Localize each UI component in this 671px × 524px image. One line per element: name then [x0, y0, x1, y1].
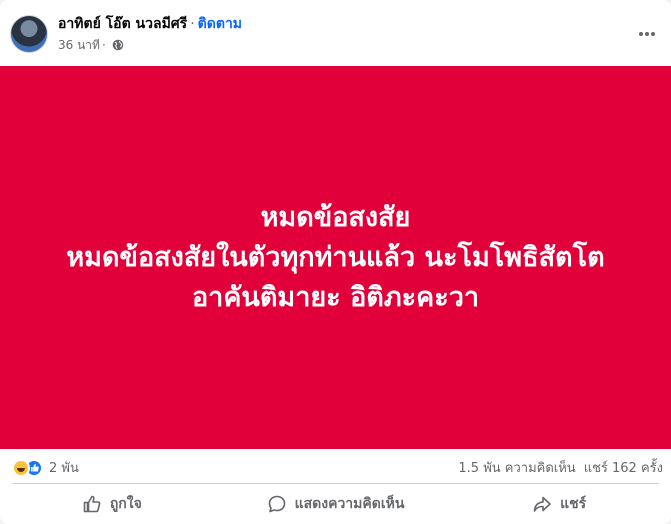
- author-avatar[interactable]: [10, 15, 48, 53]
- post-text-banner[interactable]: หมดข้อสงสัย หมดข้อสงสัยในตัวทุกท่านแล้ว …: [0, 66, 671, 449]
- post-header: อาทิตย์ โอ๊ต นวลมีศรี · ติดตาม 36 นาที ·: [0, 0, 671, 66]
- reactions-summary[interactable]: 2 พัน: [12, 457, 79, 478]
- post-card: อาทิตย์ โอ๊ต นวลมีศรี · ติดตาม 36 นาที · ห…: [0, 0, 671, 524]
- haha-reaction-icon: [12, 458, 30, 477]
- post-meta: 36 นาที ·: [58, 37, 124, 53]
- banner-text: หมดข้อสงสัย หมดข้อสงสัยในตัวทุกท่านแล้ว …: [66, 198, 604, 318]
- comment-button[interactable]: แสดงความคิดเห็น: [224, 484, 448, 524]
- comment-count[interactable]: 1.5 พัน ความคิดเห็น: [458, 461, 575, 476]
- comment-label: แสดงความคิดเห็น: [294, 496, 405, 512]
- comment-icon: [268, 495, 285, 513]
- banner-line: หมดข้อสงสัยในตัวทุกท่านแล้ว นะโมโพธิสัตโ…: [66, 241, 605, 273]
- share-icon: [533, 496, 551, 512]
- banner-line: อาคันติมายะ อิติภะคะวา: [191, 281, 480, 313]
- globe-icon[interactable]: [112, 39, 124, 51]
- more-options-icon[interactable]: [637, 24, 657, 44]
- share-count[interactable]: แชร์ 162 ครั้ง: [584, 461, 663, 476]
- banner-line: หมดข้อสงสัย: [260, 201, 411, 233]
- share-label: แชร์: [560, 496, 587, 512]
- author-name[interactable]: อาทิตย์ โอ๊ต นวลมีศรี: [58, 16, 187, 32]
- post-timestamp[interactable]: 36 นาที: [58, 37, 100, 53]
- follow-button[interactable]: ติดตาม: [198, 16, 242, 32]
- engagement-counts: 1.5 พัน ความคิดเห็น แชร์ 162 ครั้ง: [458, 457, 663, 478]
- share-button[interactable]: แชร์: [447, 484, 671, 524]
- thumbs-up-icon: [83, 495, 101, 513]
- author-row: อาทิตย์ โอ๊ต นวลมีศรี · ติดตาม: [58, 15, 242, 33]
- post-stats: 2 พัน 1.5 พัน ความคิดเห็น แชร์ 162 ครั้ง: [0, 449, 671, 483]
- reaction-count: 2 พัน: [49, 461, 79, 476]
- action-bar: ถูกใจ แสดงความคิดเห็น แชร์: [0, 484, 671, 524]
- like-button[interactable]: ถูกใจ: [0, 484, 224, 524]
- name-separator: ·: [190, 16, 195, 32]
- like-label: ถูกใจ: [109, 496, 142, 512]
- meta-separator: ·: [101, 38, 106, 52]
